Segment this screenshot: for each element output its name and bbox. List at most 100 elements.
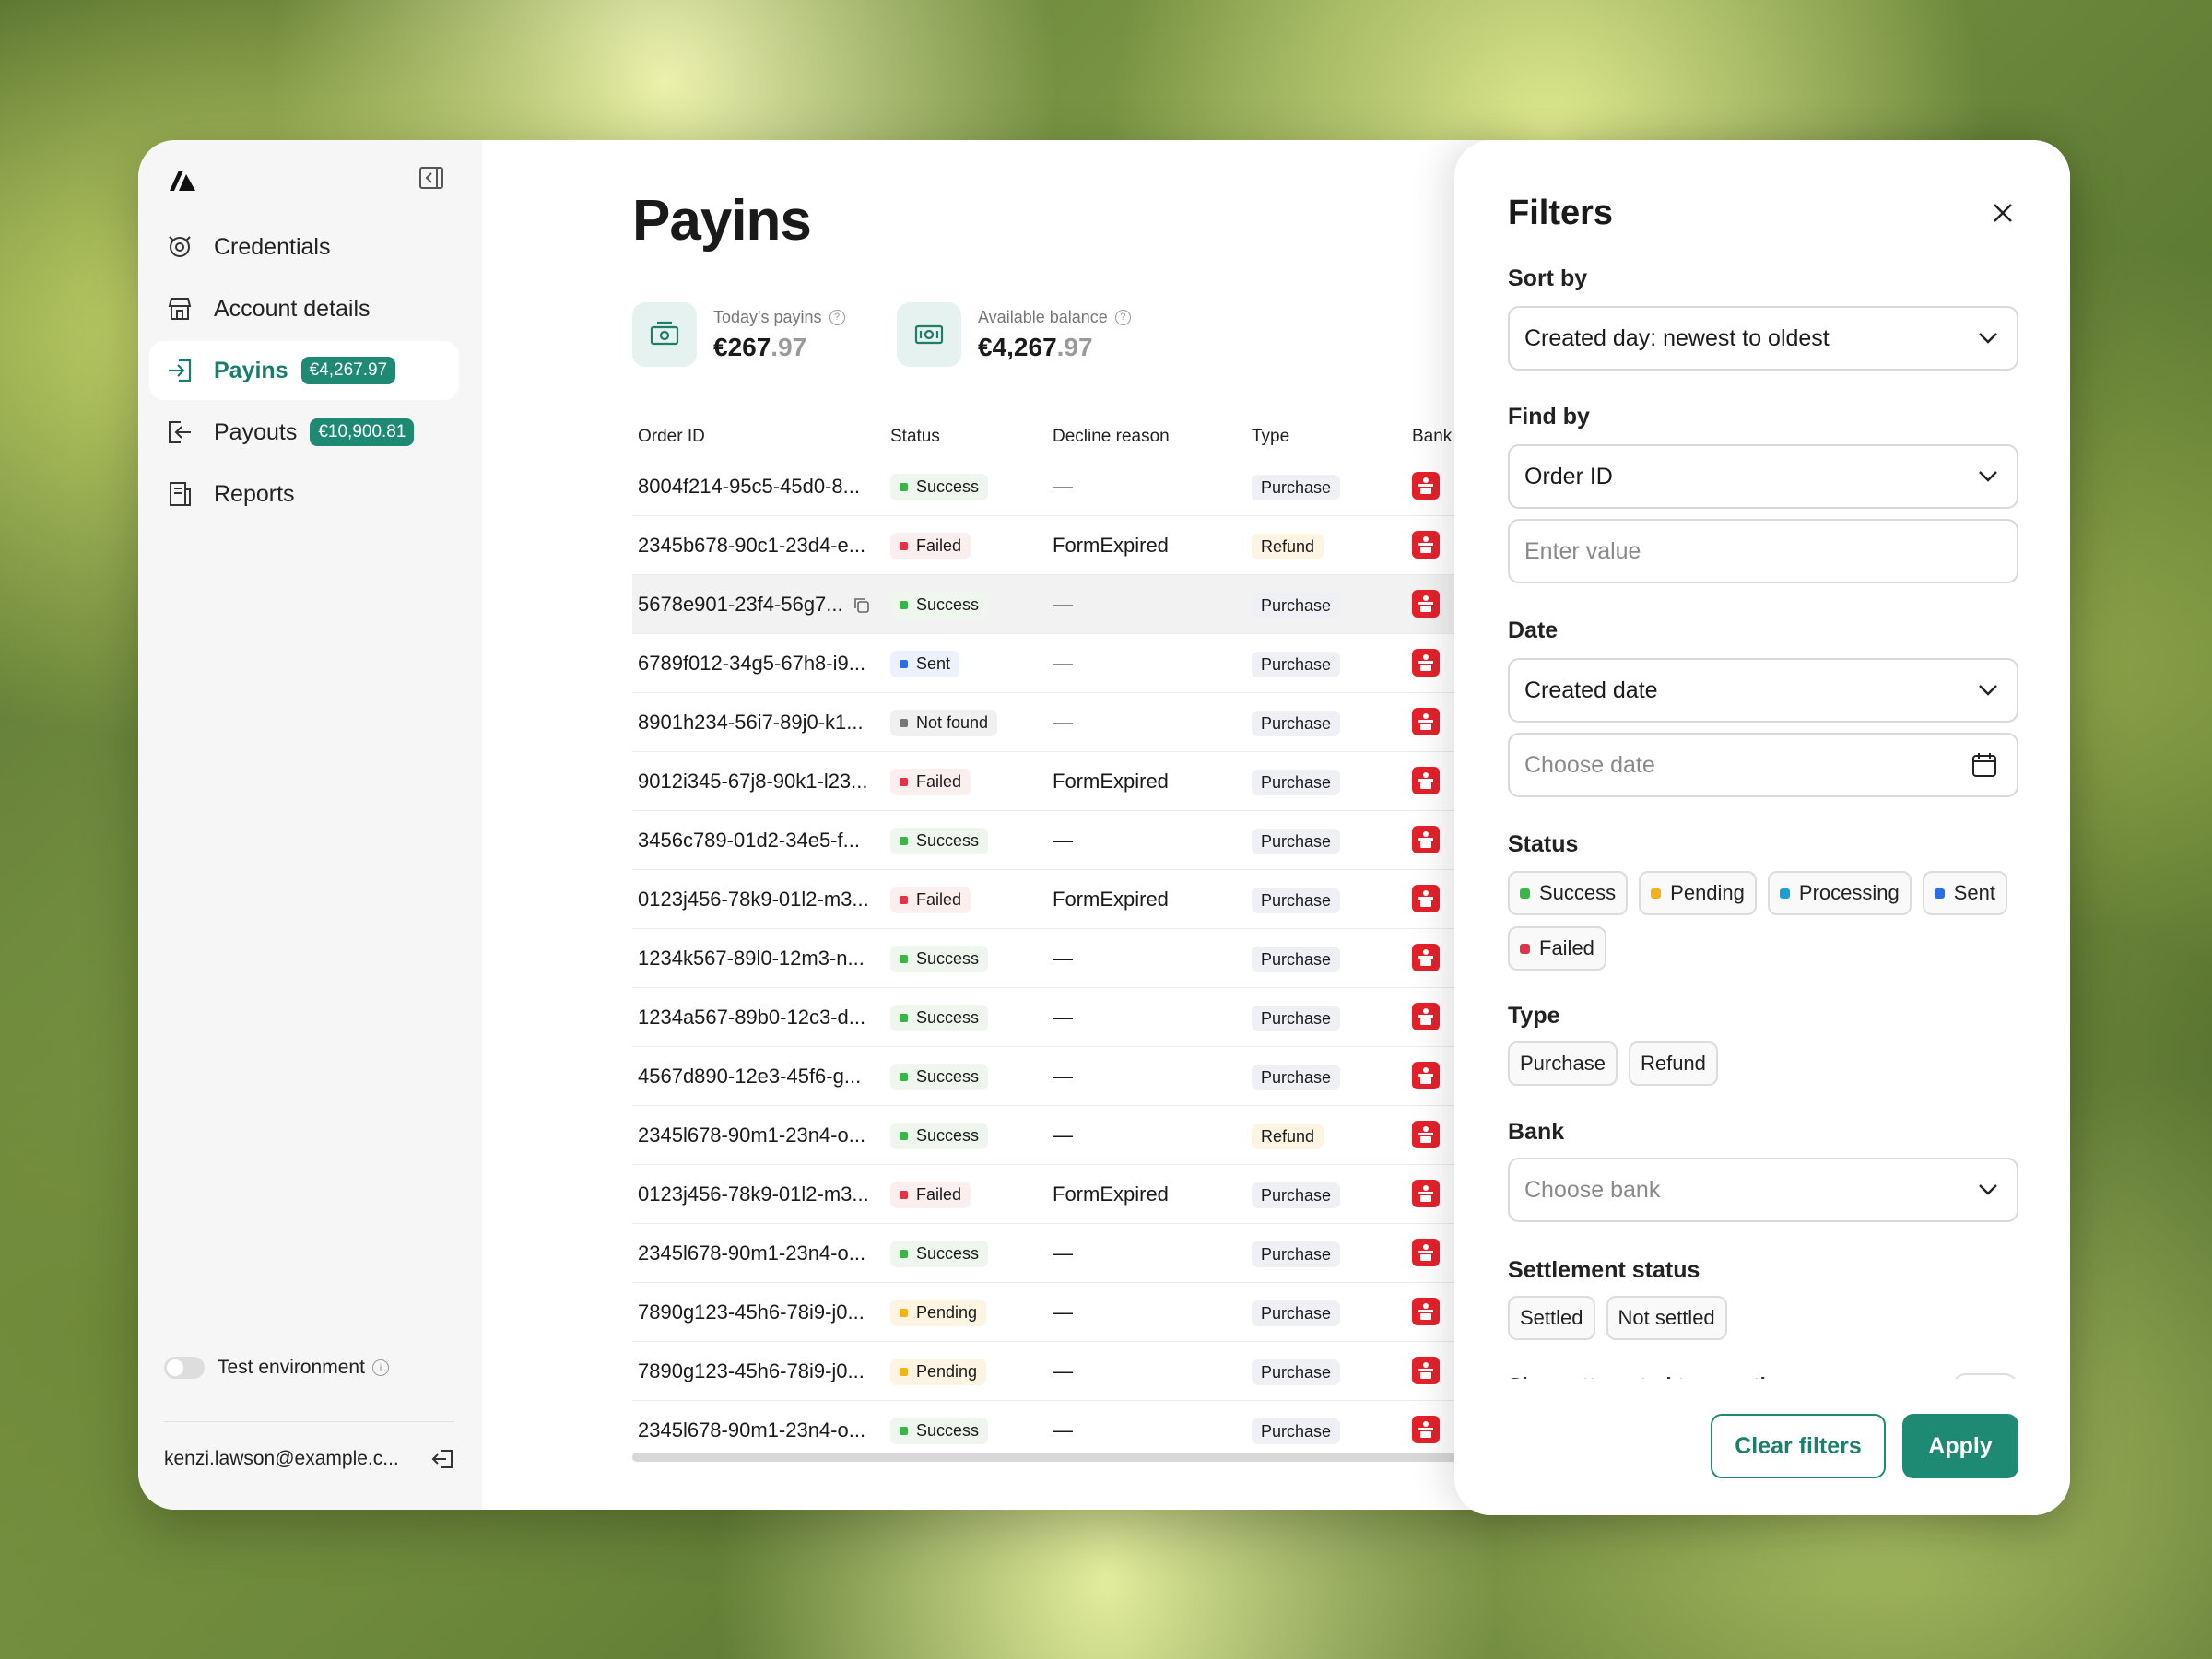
column-header-type[interactable]: Type [1252, 427, 1412, 447]
status-text: Not found [916, 712, 989, 732]
store-icon [168, 298, 192, 320]
order-id-cell[interactable]: 7890g123-45h6-78i9-j0... [632, 1359, 890, 1383]
status-cell: Sent [890, 650, 1053, 677]
table-row[interactable]: 0123j456-78k9-01l2-m3... Failed FormExpire… [632, 870, 1554, 929]
close-icon[interactable] [1989, 199, 2017, 227]
settlement-filter-chip[interactable]: Settled [1508, 1296, 1595, 1340]
status-filter-chip[interactable]: Processing [1767, 871, 1912, 915]
table-row[interactable]: 6789f012-34g5-67h8-i9... Sent — Purchase [632, 634, 1554, 693]
order-id-cell[interactable]: 2345l678-90m1-23n4-o... [632, 1418, 890, 1442]
find-value-input[interactable]: Enter value [1508, 519, 2018, 583]
stat-value-decimal: .97 [1056, 332, 1093, 361]
status-text: Pending [916, 1302, 978, 1322]
table-row[interactable]: 2345l678-90m1-23n4-o... Success — Purchase [632, 1224, 1554, 1283]
status-filter-chip[interactable]: Sent [1922, 871, 2008, 915]
status-filter-chip[interactable]: Pending [1639, 871, 1757, 915]
table-row[interactable]: 5678e901-23f4-56g7... Success — Purchase [632, 575, 1554, 634]
column-header-order-id[interactable]: Order ID [632, 427, 890, 447]
table-row[interactable]: 9012i345-67j8-90k1-l23... Failed FormExpir… [632, 752, 1554, 811]
chip-label: Success [1539, 881, 1617, 904]
table-row[interactable]: 2345l678-90m1-23n4-o... Success — Purchase [632, 1401, 1554, 1460]
bank-logo-icon [1412, 766, 1440, 794]
order-id-cell[interactable]: 1234a567-89b0-12c3-d... [632, 1006, 890, 1030]
sidebar-item-payouts[interactable]: Payouts €10,900.81 [149, 403, 459, 462]
order-id-cell[interactable]: 6789f012-34g5-67h8-i9... [632, 652, 890, 676]
horizontal-scrollbar[interactable] [632, 1453, 1462, 1462]
type-badge: Purchase [1252, 769, 1341, 795]
bank-logo-icon [1412, 1297, 1440, 1325]
collapse-sidebar-icon[interactable] [418, 164, 445, 192]
status-cell: Failed [890, 532, 1053, 559]
order-id: 4567d890-12e3-45f6-g... [638, 1064, 862, 1088]
table-row[interactable]: 2345l678-90m1-23n4-o... Success — Refund [632, 1106, 1554, 1165]
sidebar-item-reports[interactable]: Reports [149, 465, 459, 524]
order-id-cell[interactable]: 1234k567-89l0-12m3-n... [632, 947, 890, 971]
type-filter-chip[interactable]: Refund [1628, 1041, 1718, 1086]
date-picker-input[interactable]: Choose date [1508, 733, 2018, 797]
order-id-cell[interactable]: 2345l678-90m1-23n4-o... [632, 1124, 890, 1147]
test-environment-label: Test environment [218, 1357, 365, 1378]
status-dot [900, 1249, 908, 1258]
order-id-cell[interactable]: 9012i345-67j8-90k1-l23... [632, 770, 890, 794]
status-dot [1520, 888, 1530, 899]
find-by-select[interactable]: Order ID [1508, 444, 2018, 509]
copy-icon[interactable] [853, 596, 871, 615]
order-id-cell[interactable]: 2345l678-90m1-23n4-o... [632, 1241, 890, 1265]
type-filter-chip[interactable]: Purchase [1508, 1041, 1618, 1086]
help-icon[interactable]: ? [1114, 309, 1131, 325]
table-row[interactable]: 3456c789-01d2-34e5-f... Success — Purchase [632, 811, 1554, 870]
sidebar-item-payins[interactable]: Payins €4,267.97 [149, 341, 459, 400]
logout-icon[interactable] [431, 1447, 455, 1471]
chevron-down-icon [1979, 333, 1997, 344]
status-badge: Failed [890, 886, 971, 913]
table-row[interactable]: 4567d890-12e3-45f6-g... Success — Purchase [632, 1047, 1554, 1106]
sidebar-item-label: Account details [214, 295, 371, 322]
table-row[interactable]: 2345b678-90c1-23d4-e... Failed FormExpired… [632, 516, 1554, 575]
table-row[interactable]: 7890g123-45h6-78i9-j0... Pending — Purchase [632, 1342, 1554, 1401]
settlement-filter-chip[interactable]: Not settled [1606, 1296, 1727, 1340]
table-row[interactable]: 7890g123-45h6-78i9-j0... Pending — Purchase [632, 1283, 1554, 1342]
payout-icon [169, 421, 191, 443]
column-header-decline-reason[interactable]: Decline reason [1053, 427, 1252, 447]
status-cell: Pending [890, 1358, 1053, 1385]
stat-available-balance: Available balance ? €4,267.97 [897, 302, 1131, 367]
order-id-cell[interactable]: 2345b678-90c1-23d4-e... [632, 534, 890, 558]
clear-filters-button[interactable]: Clear filters [1711, 1414, 1886, 1478]
help-icon[interactable]: ? [829, 309, 845, 325]
test-environment-toggle[interactable] [164, 1357, 205, 1379]
type-badge: Purchase [1252, 946, 1341, 972]
table-row[interactable]: 0123j456-78k9-01l2-m3... Failed FormExpire… [632, 1165, 1554, 1224]
table-row[interactable]: 8004f214-95c5-45d0-8... Success — Purchase [632, 457, 1554, 516]
order-id-cell[interactable]: 5678e901-23f4-56g7... [632, 593, 890, 617]
order-id-cell[interactable]: 8901h234-56i7-89j0-k1... [632, 711, 890, 735]
type-cell: Purchase [1252, 887, 1412, 913]
table-row[interactable]: 1234a567-89b0-12c3-d... Success — Purchase [632, 988, 1554, 1047]
order-id-cell[interactable]: 4567d890-12e3-45f6-g... [632, 1065, 890, 1088]
column-header-status[interactable]: Status [890, 427, 1053, 447]
sidebar-item-label: Credentials [214, 233, 331, 260]
type-cell: Purchase [1252, 474, 1412, 500]
type-badge: Purchase [1252, 651, 1341, 677]
status-cell: Success [890, 1122, 1053, 1149]
info-icon[interactable]: i [371, 1359, 389, 1376]
order-id-cell[interactable]: 8004f214-95c5-45d0-8... [632, 475, 890, 499]
table-row[interactable]: 1234k567-89l0-12m3-n... Success — Purchase [632, 929, 1554, 988]
status-badge: Pending [890, 1299, 987, 1326]
sidebar-item-credentials[interactable]: Credentials [149, 218, 459, 276]
order-id-cell[interactable]: 0123j456-78k9-01l2-m3... [632, 1182, 890, 1206]
order-id-cell[interactable]: 3456c789-01d2-34e5-f... [632, 829, 890, 853]
apply-button[interactable]: Apply [1902, 1414, 2018, 1478]
status-filter-chip[interactable]: Failed [1508, 926, 1606, 971]
order-id-cell[interactable]: 0123j456-78k9-01l2-m3... [632, 888, 890, 912]
sort-by-select[interactable]: Created day: newest to oldest [1508, 306, 2018, 371]
table-row[interactable]: 8901h234-56i7-89j0-k1... Not found — Purcha… [632, 693, 1554, 752]
sidebar-item-account-details[interactable]: Account details [149, 279, 459, 338]
chip-label: Failed [1539, 936, 1594, 959]
date-type-select[interactable]: Created date [1508, 658, 2018, 723]
order-id-cell[interactable]: 7890g123-45h6-78i9-j0... [632, 1300, 890, 1324]
calendar-icon[interactable] [1971, 751, 1998, 779]
status-filter-chip[interactable]: Success [1508, 871, 1629, 915]
order-id: 2345l678-90m1-23n4-o... [638, 1123, 866, 1147]
logo-icon[interactable] [166, 163, 199, 196]
bank-select[interactable]: Choose bank [1508, 1158, 2018, 1222]
